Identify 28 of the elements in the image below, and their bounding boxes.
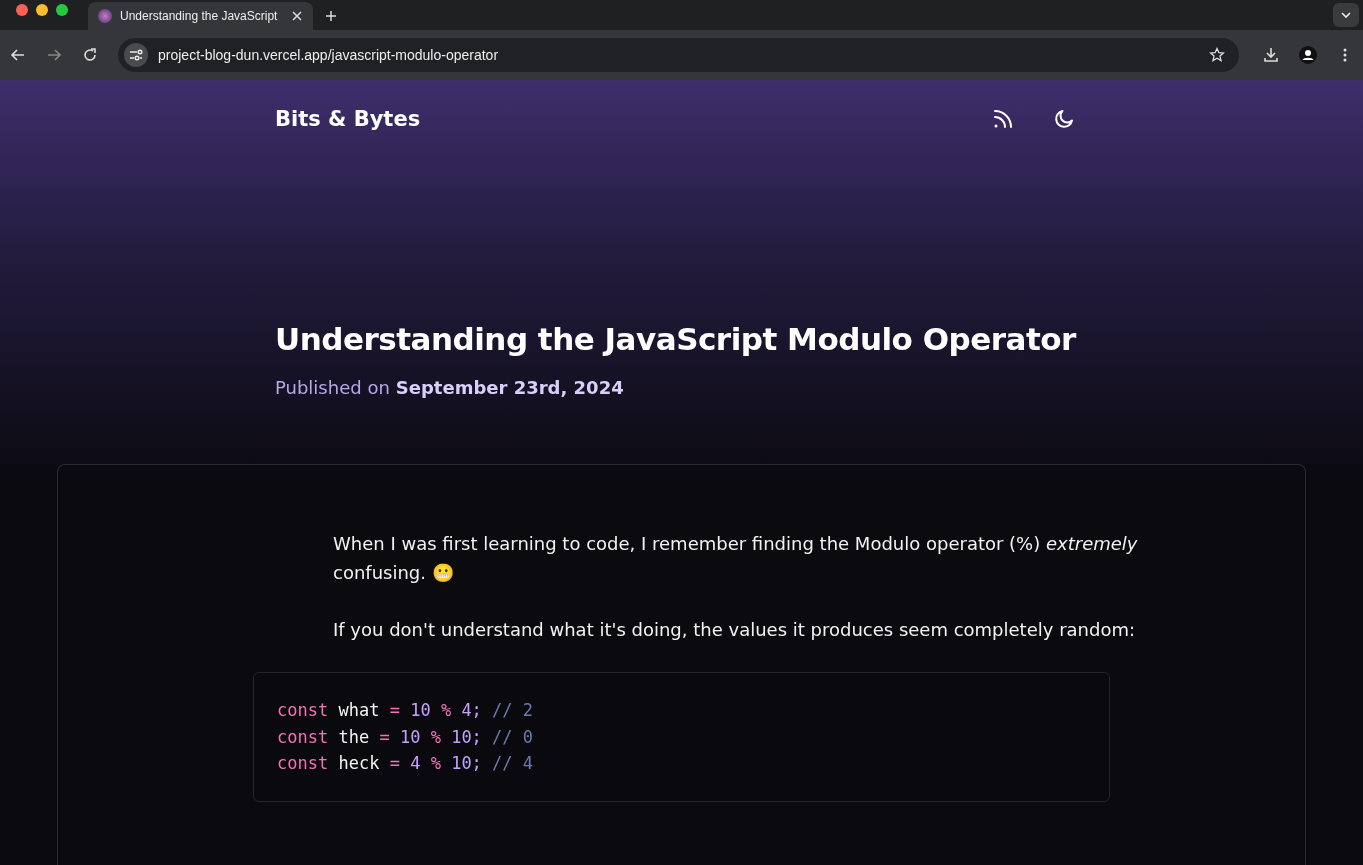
favicon-icon: [98, 9, 112, 23]
back-arrow-icon[interactable]: [10, 47, 26, 63]
post-title: Understanding the JavaScript Modulo Operator: [275, 321, 1078, 357]
site-settings-icon[interactable]: [124, 43, 148, 67]
new-tab-icon[interactable]: [325, 10, 337, 22]
minimize-window-icon[interactable]: [36, 4, 48, 16]
site-logo-link[interactable]: Bits & Bytes: [275, 107, 421, 131]
tab-list-button[interactable]: [1333, 3, 1359, 27]
code-line: const what = 10 % 4; // 2: [277, 699, 535, 722]
paragraph: When I was first learning to code, I remember finding the Modulo operator (%) extremely confusing. 😬: [333, 532, 1139, 585]
forward-arrow-icon[interactable]: [46, 47, 62, 63]
download-icon[interactable]: [1263, 47, 1279, 63]
code-line: const heck = 4 % 10; // 4: [277, 752, 535, 775]
address-bar[interactable]: project-blog-dun.vercel.app/javascript-modulo-operator: [118, 38, 1239, 72]
chevron-down-icon: [1341, 12, 1351, 18]
profile-avatar-icon[interactable]: [1299, 46, 1317, 64]
published-label: Published on: [275, 377, 390, 398]
close-window-icon[interactable]: [16, 4, 28, 16]
browser-tab[interactable]: Understanding the JavaScript: [88, 2, 313, 30]
code-line: const the = 10 % 10; // 0: [277, 725, 535, 749]
bookmark-star-icon[interactable]: [1209, 47, 1225, 63]
paragraph: If you don't understand what it's doing, the values it produces seem completely random:: [333, 618, 1136, 642]
close-icon[interactable]: [291, 10, 303, 22]
reload-icon[interactable]: [82, 47, 98, 63]
moon-icon[interactable]: [1053, 108, 1075, 130]
maximize-window-icon[interactable]: [56, 4, 68, 16]
rss-feed-icon[interactable]: [992, 108, 1014, 130]
publish-date: September 23rd, 2024: [395, 377, 624, 398]
